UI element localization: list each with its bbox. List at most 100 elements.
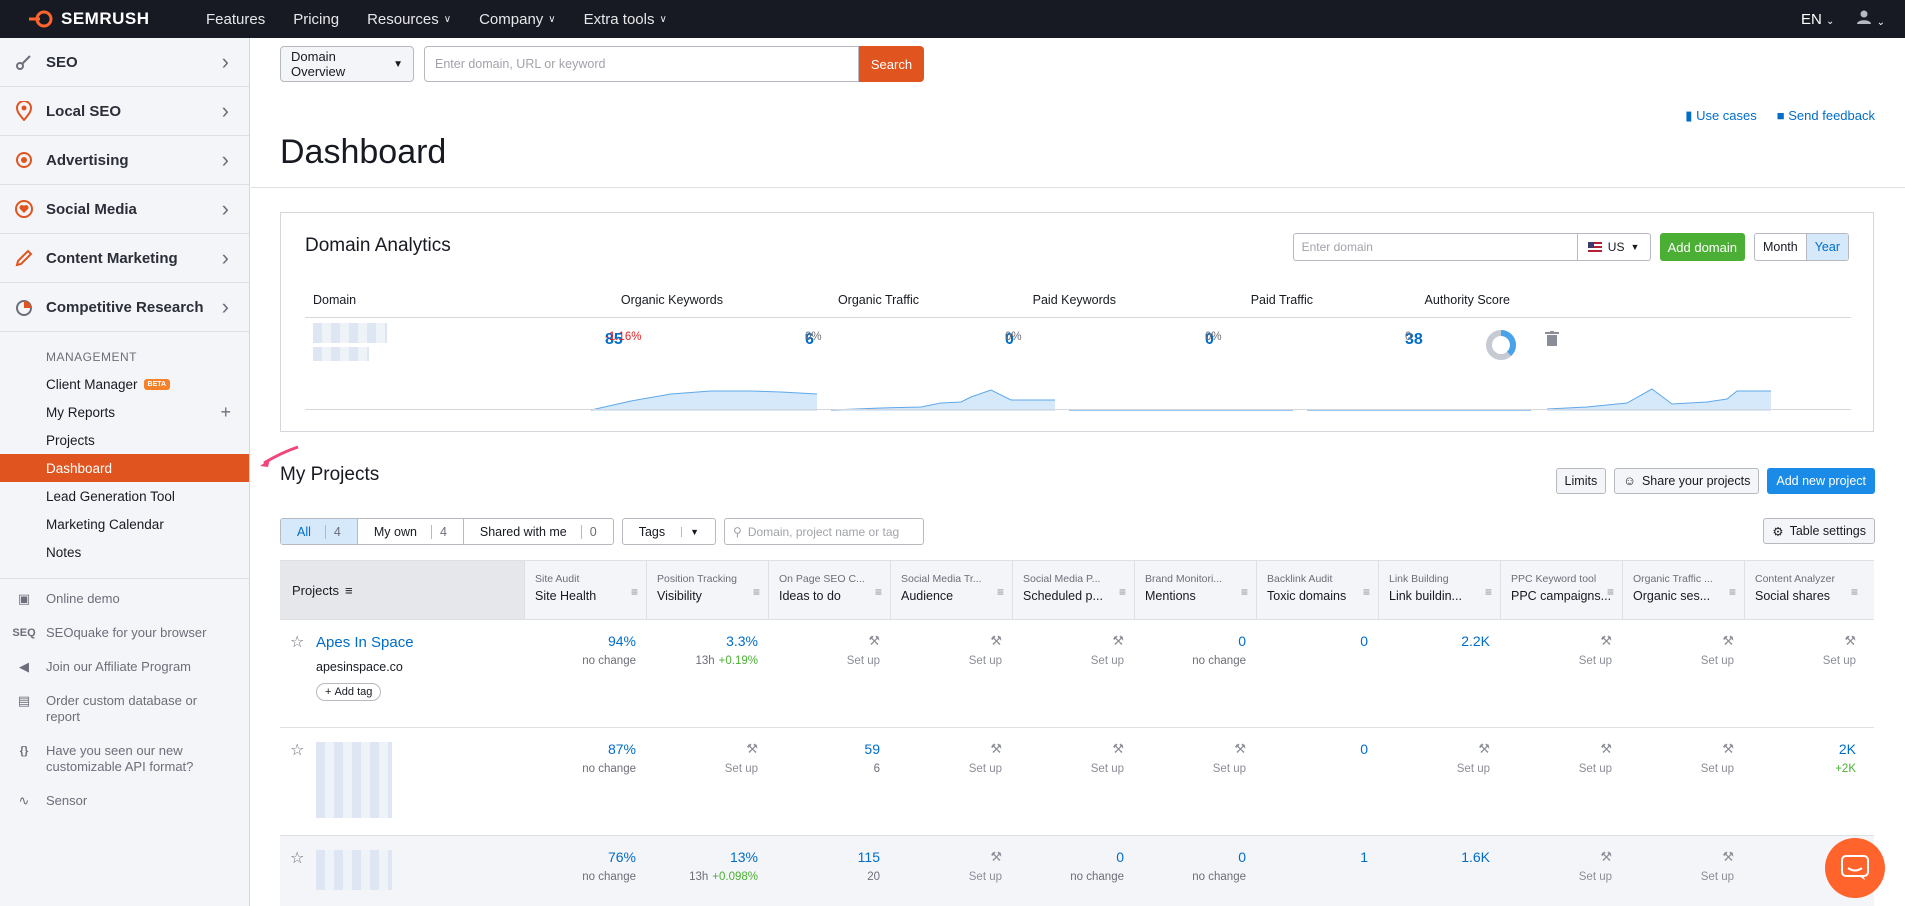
metric-cell[interactable]: ⚒ Set up bbox=[890, 728, 1012, 835]
project-search-input[interactable]: ⚲ Domain, project name or tag bbox=[724, 518, 925, 545]
nav-extra-tools[interactable]: Extra tools ∨ bbox=[584, 11, 667, 28]
set-up-link[interactable]: Set up bbox=[1012, 655, 1124, 667]
metric-cell[interactable]: 2.2K bbox=[1378, 620, 1500, 727]
metric-value[interactable]: 2K bbox=[1744, 741, 1856, 757]
extra-link-have-you-seen-our-new-customiz[interactable]: {} Have you seen our new customizable API… bbox=[0, 743, 249, 775]
column-header-link-building[interactable]: Link Building Link buildin... ≡ bbox=[1378, 561, 1500, 619]
projects-column-header[interactable]: Projects ≡ bbox=[280, 561, 524, 619]
metric-cell[interactable]: ⚒ Set up bbox=[1622, 620, 1744, 727]
metric-value[interactable]: 3.3% bbox=[646, 633, 758, 649]
table-settings-button[interactable]: ⚙ Table settings bbox=[1763, 518, 1875, 544]
semrush-logo[interactable]: SEMRUSH bbox=[28, 9, 206, 29]
metric-cell[interactable]: 0 no change bbox=[1134, 836, 1256, 906]
metric-cell[interactable]: ⚒ Set up bbox=[1622, 836, 1744, 906]
nav-company[interactable]: Company ∨ bbox=[479, 11, 556, 28]
star-icon[interactable]: ☆ bbox=[290, 740, 304, 760]
set-up-link[interactable]: Set up bbox=[1622, 655, 1734, 667]
extra-link-sensor[interactable]: ∿ Sensor bbox=[0, 793, 249, 809]
use-cases-link[interactable]: ▮ Use cases bbox=[1685, 108, 1756, 124]
metric-cell[interactable]: 87% no change bbox=[524, 728, 646, 835]
extra-link-seoquake-for-your-browser[interactable]: SEQ SEOquake for your browser bbox=[0, 625, 249, 641]
nav-features[interactable]: Features bbox=[206, 11, 265, 28]
metric-cell[interactable]: 0 no change bbox=[1134, 620, 1256, 727]
metric-cell[interactable]: 0 no change bbox=[1012, 836, 1134, 906]
metric-cell[interactable]: 1.6K bbox=[1378, 836, 1500, 906]
search-type-dropdown[interactable]: Domain Overview ▼ bbox=[280, 46, 414, 82]
metric-cell[interactable]: ⚒ Set up bbox=[890, 620, 1012, 727]
column-header-social-media-p[interactable]: Social Media P... Scheduled p... ≡ bbox=[1012, 561, 1134, 619]
set-up-link[interactable]: Set up bbox=[1622, 763, 1734, 775]
metric-value[interactable]: 13% bbox=[646, 849, 758, 865]
metric-cell[interactable]: ⚒ Set up bbox=[890, 836, 1012, 906]
metric-cell[interactable]: ⚒ Set up bbox=[1134, 728, 1256, 835]
tags-dropdown[interactable]: Tags ▼ bbox=[621, 518, 717, 545]
column-header-social-media-tr[interactable]: Social Media Tr... Audience ≡ bbox=[890, 561, 1012, 619]
sidebar-item-notes[interactable]: Notes bbox=[0, 538, 249, 566]
metric-value[interactable]: 1.6K bbox=[1378, 849, 1490, 865]
metric-value[interactable]: 0 bbox=[1134, 849, 1246, 865]
metric-cell[interactable]: 59 6 bbox=[768, 728, 890, 835]
period-year-button[interactable]: Year bbox=[1805, 234, 1848, 260]
period-month-button[interactable]: Month bbox=[1755, 234, 1806, 260]
metric-cell[interactable]: ⚒ Set up bbox=[1744, 620, 1866, 727]
sidebar-item-marketing-calendar[interactable]: Marketing Calendar bbox=[0, 510, 249, 538]
metric-value[interactable]: 0 bbox=[1012, 849, 1124, 865]
column-header-organic-traffic[interactable]: Organic Traffic ... Organic ses... ≡ bbox=[1622, 561, 1744, 619]
metric-value[interactable]: 76% bbox=[524, 849, 636, 865]
metric-value[interactable]: 0 bbox=[1256, 633, 1368, 649]
sidebar-item-lead-generation-tool[interactable]: Lead Generation Tool bbox=[0, 482, 249, 510]
sidebar-item-advertising[interactable]: Advertising › bbox=[0, 136, 249, 185]
metric-cell[interactable]: 2K +2K bbox=[1744, 728, 1866, 835]
set-up-link[interactable]: Set up bbox=[646, 763, 758, 775]
column-header-on-page-seo-c[interactable]: On Page SEO C... Ideas to do ≡ bbox=[768, 561, 890, 619]
extra-link-order-custom-database-or-repor[interactable]: ▤ Order custom database or report bbox=[0, 693, 249, 725]
nav-resources[interactable]: Resources ∨ bbox=[367, 11, 451, 28]
add-new-project-button[interactable]: Add new project bbox=[1767, 468, 1875, 494]
metric-cell[interactable]: ⚒ Set up bbox=[1012, 620, 1134, 727]
set-up-link[interactable]: Set up bbox=[1378, 763, 1490, 775]
column-header-brand-monitori[interactable]: Brand Monitori... Mentions ≡ bbox=[1134, 561, 1256, 619]
metric-cell[interactable]: 13% 13h +0.098% bbox=[646, 836, 768, 906]
metric-value[interactable]: 0 bbox=[1256, 741, 1368, 757]
column-header-position-tracking[interactable]: Position Tracking Visibility ≡ bbox=[646, 561, 768, 619]
add-tag-button[interactable]: + Add tag bbox=[316, 683, 382, 701]
metric-cell[interactable]: 115 20 bbox=[768, 836, 890, 906]
metric-value[interactable]: 87% bbox=[524, 741, 636, 757]
set-up-link[interactable]: Set up bbox=[1500, 763, 1612, 775]
sidebar-item-my-reports[interactable]: My Reports + bbox=[0, 398, 249, 426]
sidebar-item-social-media[interactable]: Social Media › bbox=[0, 185, 249, 234]
metric-cell[interactable]: ⚒ Set up bbox=[1500, 836, 1622, 906]
filter-shared[interactable]: Shared with me 0 bbox=[462, 519, 613, 544]
domain-input[interactable]: Enter domain bbox=[1292, 233, 1578, 261]
sidebar-item-content-marketing[interactable]: Content Marketing › bbox=[0, 234, 249, 283]
metric-value[interactable]: 2.2K bbox=[1378, 633, 1490, 649]
metric-cell[interactable]: ⚒ Set up bbox=[1622, 728, 1744, 835]
extra-link-join-our-affiliate-program[interactable]: ◀ Join our Affiliate Program bbox=[0, 659, 249, 675]
share-projects-button[interactable]: ☺ Share your projects bbox=[1614, 468, 1760, 494]
set-up-link[interactable]: Set up bbox=[890, 763, 1002, 775]
add-report-icon[interactable]: + bbox=[220, 402, 231, 423]
metric-cell[interactable]: ⚒ Set up bbox=[1378, 728, 1500, 835]
trash-icon[interactable] bbox=[1545, 331, 1559, 347]
star-icon[interactable]: ☆ bbox=[290, 632, 304, 652]
search-input[interactable]: Enter domain, URL or keyword bbox=[424, 46, 859, 82]
limits-button[interactable]: Limits bbox=[1555, 468, 1607, 494]
metric-cell[interactable]: 3.3% 13h +0.19% bbox=[646, 620, 768, 727]
metric-value[interactable]: 59 bbox=[768, 741, 880, 757]
set-up-link[interactable]: Set up bbox=[1744, 655, 1856, 667]
project-name-link[interactable]: Apes In Space bbox=[316, 634, 414, 651]
country-selector[interactable]: US ▼ bbox=[1577, 233, 1651, 261]
set-up-link[interactable]: Set up bbox=[1500, 871, 1612, 883]
metric-cell[interactable]: ⚒ Set up bbox=[1500, 728, 1622, 835]
sidebar-item-competitive-research[interactable]: Competitive Research › bbox=[0, 283, 249, 332]
sidebar-item-dashboard[interactable]: Dashboard bbox=[0, 454, 249, 482]
metric-cell[interactable]: 0 bbox=[1256, 620, 1378, 727]
filter-all[interactable]: All 4 bbox=[281, 519, 357, 544]
add-domain-button[interactable]: Add domain bbox=[1659, 233, 1745, 261]
metric-cell[interactable]: ⚒ Set up bbox=[768, 620, 890, 727]
metric-value[interactable]: 94% bbox=[524, 633, 636, 649]
user-menu[interactable]: ⌄ bbox=[1856, 9, 1885, 29]
metric-value[interactable]: 0 bbox=[1134, 633, 1246, 649]
metric-cell[interactable]: ⚒ Set up bbox=[1012, 728, 1134, 835]
metric-cell[interactable]: ⚒ Set up bbox=[1500, 620, 1622, 727]
